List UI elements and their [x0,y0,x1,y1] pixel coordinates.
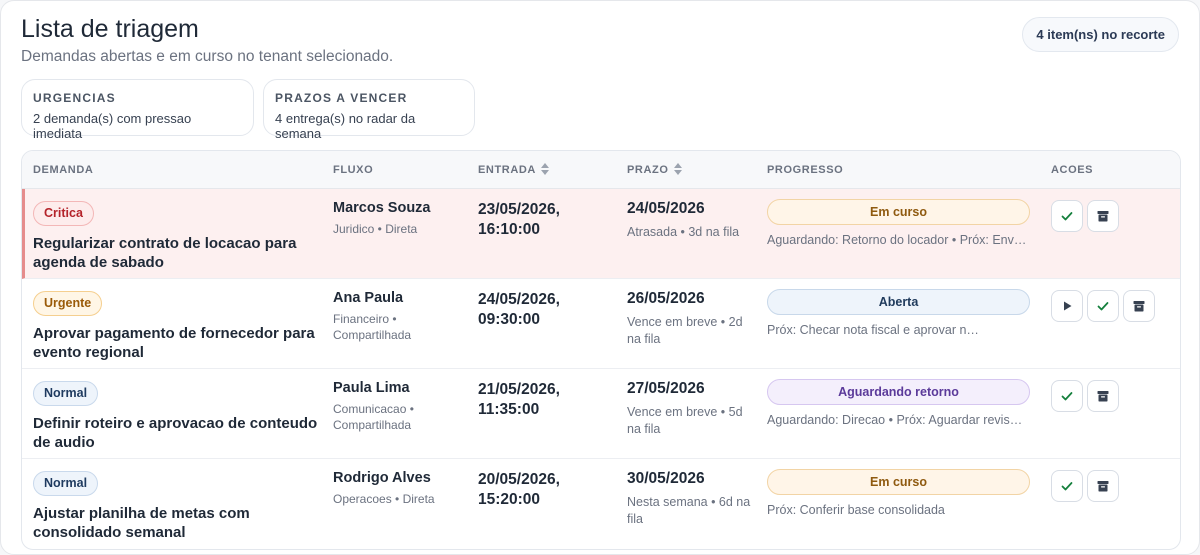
archive-icon [1097,391,1109,402]
flow-meta: Operacoes • Direta [333,492,435,506]
progress-note: Aguardando: Direcao • Próx: Aguardar rev… [767,413,1029,427]
deadline-meta: Vence em breve • 5d na fila [627,405,743,436]
progress-note: Próx: Checar nota fiscal e aprovar no si… [767,323,982,337]
complete-button[interactable] [1051,470,1083,502]
start-button[interactable] [1051,290,1083,322]
row-actions [1051,290,1159,322]
entry-datetime: 23/05/2026, 16:10:00 [478,201,560,238]
flow-meta: Juridico • Direta [333,222,418,236]
check-icon [1061,482,1073,491]
owner-name: Marcos Souza [333,200,431,216]
stat-label: PRAZOS A VENCER [275,91,408,105]
deadline-meta: Vence em breve • 2d na fila [627,315,743,346]
archive-icon [1097,481,1109,492]
column-header-prazo[interactable]: PRAZO [627,151,682,189]
demand-title: Aprovar pagamento de fornecedor para eve… [33,325,315,361]
status-pill: Em curso [767,469,1030,495]
priority-badge: Normal [33,381,99,406]
play-icon [1064,301,1072,311]
table-row[interactable]: Urgente Aprovar pagamento de fornecedor … [22,279,1180,369]
column-header-acoes: ACOES [1051,164,1094,176]
flow-meta: Financeiro • Compartilhada [333,312,412,342]
stat-card-prazos: PRAZOS A VENCER 4 entrega(s) no radar da… [263,79,475,141]
progress-note: Aguardando: Retorno do locador • Próx: E… [767,233,1029,247]
table-row[interactable]: Normal Definir roteiro e aprovacao de co… [22,369,1180,459]
column-header-fluxo: FLUXO [333,164,374,176]
archive-icon [1097,211,1109,222]
priority-badge: Critica [33,201,94,226]
row-actions [1051,470,1123,502]
status-pill: Aguardando retorno [767,379,1030,405]
status-pill: Em curso [767,199,1030,225]
status-pill: Aberta [767,289,1030,315]
complete-button[interactable] [1051,380,1083,412]
triage-panel: Lista de triagem Demandas abertas e em c… [0,0,1200,555]
archive-icon [1133,301,1145,312]
deadline-date: 26/05/2026 [627,290,705,307]
page-title: Lista de triagem [21,15,199,43]
check-icon [1061,212,1073,221]
archive-button[interactable] [1087,200,1119,232]
stat-card-urgencias: URGENCIAS 2 demanda(s) com pressao imedi… [21,79,254,141]
page-subtitle: Demandas abertas e em curso no tenant se… [21,48,394,65]
column-header-demanda: DEMANDA [33,164,94,176]
deadline-date: 27/05/2026 [627,380,705,397]
column-header-entrada[interactable]: ENTRADA [478,151,549,189]
check-icon [1097,302,1109,311]
owner-name: Paula Lima [333,380,410,396]
progress-note: Próx: Conferir base consolidada [767,503,945,517]
demand-title: Ajustar planilha de metas com consolidad… [33,505,250,541]
archive-button[interactable] [1087,470,1119,502]
item-count-badge: 4 item(ns) no recorte [1022,17,1179,52]
flow-meta: Comunicacao • Compartilhada [333,402,414,432]
sort-icon[interactable] [673,163,682,176]
table-row[interactable]: Critica Regularizar contrato de locacao … [22,189,1180,279]
priority-badge: Urgente [33,291,103,316]
deadline-date: 24/05/2026 [627,200,705,217]
stat-value: 2 demanda(s) com pressao imediata [33,111,192,141]
row-actions [1051,380,1123,412]
stat-label: URGENCIAS [33,91,116,105]
table-row[interactable]: Normal Ajustar planilha de metas com con… [22,459,1180,549]
complete-button[interactable] [1051,200,1083,232]
entry-datetime: 24/05/2026, 09:30:00 [478,291,560,328]
table-header: DEMANDA FLUXO ENTRADA PRAZO PROGRESSO AC… [22,151,1180,189]
stat-value: 4 entrega(s) no radar da semana [275,111,416,141]
priority-badge: Normal [33,471,99,496]
check-icon [1061,392,1073,401]
archive-button[interactable] [1123,290,1155,322]
demand-title: Definir roteiro e aprovacao de conteudo … [33,415,318,451]
demand-title: Regularizar contrato de locacao para age… [33,235,297,271]
row-actions [1051,200,1123,232]
entry-datetime: 21/05/2026, 11:35:00 [478,381,560,418]
deadline-meta: Atrasada • 3d na fila [627,225,740,239]
deadline-meta: Nesta semana • 6d na fila [627,495,751,526]
complete-button[interactable] [1087,290,1119,322]
sort-icon[interactable] [540,163,549,176]
column-header-progresso: PROGRESSO [767,164,844,176]
entry-datetime: 20/05/2026, 15:20:00 [478,471,560,508]
triage-table: DEMANDA FLUXO ENTRADA PRAZO PROGRESSO AC… [21,150,1181,550]
archive-button[interactable] [1087,380,1119,412]
deadline-date: 30/05/2026 [627,470,705,487]
owner-name: Rodrigo Alves [333,470,431,486]
owner-name: Ana Paula [333,290,404,306]
